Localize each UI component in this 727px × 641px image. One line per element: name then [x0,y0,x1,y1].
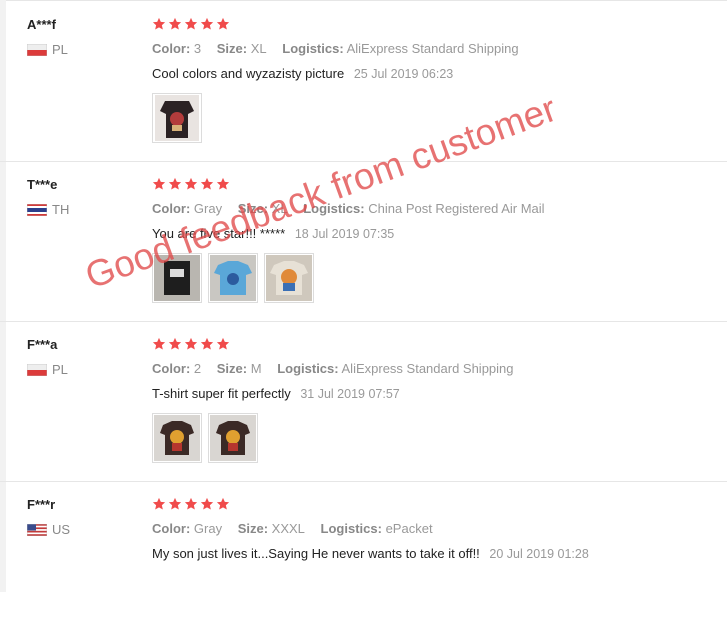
size-value: XL [250,41,267,56]
star-icon [184,337,198,350]
star-icon [152,497,166,510]
star-icon [168,17,182,30]
review-photos [152,93,208,143]
color-label: Color: [152,201,191,216]
review-item: T***e TH Color: Gray Size: XL Logistics:… [0,161,727,322]
star-icon [152,17,166,30]
country-code: PL [52,42,68,57]
review-item: A***f PL Color: 3 Size: XL Logistics: Al… [0,1,727,162]
tshirt-photo-icon [266,255,312,301]
thailand-flag-icon [27,203,47,216]
size-label: Size: [237,201,269,216]
comment-text: Cool colors and wyzazisty picture [152,66,345,81]
poland-flag-icon [27,363,47,376]
star-icon [152,337,166,350]
review-item: F***a PL Color: 2 Size: M Logistics: Ali… [0,321,727,482]
review-comment: You are five star!!! ***** 18 Jul 2019 0… [152,226,394,241]
star-rating [152,177,232,191]
color-label: Color: [152,41,191,56]
reviewer-name: A***f [27,17,56,32]
star-rating [152,497,232,511]
color-value: Gray [193,521,223,536]
color-label: Color: [152,361,191,376]
review-date: 31 Jul 2019 07:57 [300,387,400,401]
color-value: Gray [193,201,223,216]
review-photo-thumbnail[interactable] [208,413,258,463]
order-info: Color: 3 Size: XL Logistics: AliExpress … [152,41,531,56]
star-icon [216,497,230,510]
star-icon [168,497,182,510]
star-icon [216,17,230,30]
star-icon [168,337,182,350]
review-photo-thumbnail[interactable] [208,253,258,303]
tshirt-photo-icon [210,255,256,301]
reviewer-country: PL [27,42,68,57]
reviewer-country: US [27,522,70,537]
review-photo-thumbnail[interactable] [152,93,202,143]
comment-text: T-shirt super fit perfectly [152,386,291,401]
reviewer-country: TH [27,202,69,217]
country-code: US [52,522,71,537]
review-item: F***r US Color: Gray Size: XXXL Logistic… [0,481,727,641]
star-icon [200,177,214,190]
reviewer-country: PL [27,362,68,377]
comment-text: You are five star!!! ***** [152,226,286,241]
tshirt-photo-icon [210,415,256,461]
reviewer-name: F***r [27,497,56,512]
review-comment: My son just lives it...Saying He never w… [152,546,589,561]
color-value: 2 [193,361,202,376]
size-value: XL [271,201,288,216]
star-rating [152,17,232,31]
logistics-label: Logistics: [282,41,344,56]
reviewer-name: T***e [27,177,58,192]
review-date: 18 Jul 2019 07:35 [294,227,395,241]
logistics-value: China Post Registered Air Mail [368,201,545,216]
review-comment: T-shirt super fit perfectly 31 Jul 2019 … [152,386,400,401]
size-label: Size: [216,361,248,376]
review-photo-thumbnail[interactable] [152,253,202,303]
star-icon [168,177,182,190]
usa-flag-icon [27,523,47,536]
color-value: 3 [193,41,202,56]
star-icon [184,497,198,510]
review-photos [152,413,264,463]
logistics-label: Logistics: [277,361,339,376]
country-code: PL [52,362,68,377]
comment-text: My son just lives it...Saying He never w… [152,546,480,561]
review-photo-thumbnail[interactable] [152,413,202,463]
order-info: Color: Gray Size: XL Logistics: China Po… [152,201,557,216]
star-icon [200,337,214,350]
order-info: Color: Gray Size: XXXL Logistics: ePacke… [152,521,445,536]
logistics-value: AliExpress Standard Shipping [341,361,514,376]
size-value: XXXL [271,521,305,536]
logistics-value: ePacket [385,521,433,536]
reviewer-name: F***a [27,337,58,352]
star-icon [184,177,198,190]
star-icon [152,177,166,190]
review-photo-thumbnail[interactable] [264,253,314,303]
logistics-label: Logistics: [303,201,365,216]
color-label: Color: [152,521,191,536]
review-date: 25 Jul 2019 06:23 [353,67,454,81]
star-icon [184,17,198,30]
size-label: Size: [237,521,269,536]
size-value: M [250,361,262,376]
package-photo-icon [154,255,200,301]
country-code: TH [52,202,70,217]
review-comment: Cool colors and wyzazisty picture 25 Jul… [152,66,453,81]
star-icon [216,337,230,350]
order-info: Color: 2 Size: M Logistics: AliExpress S… [152,361,526,376]
star-icon [200,497,214,510]
tshirt-photo-icon [154,415,200,461]
logistics-value: AliExpress Standard Shipping [346,41,519,56]
poland-flag-icon [27,43,47,56]
star-icon [200,17,214,30]
review-date: 20 Jul 2019 01:28 [489,547,589,561]
star-rating [152,337,232,351]
tshirt-photo-icon [155,95,199,141]
star-icon [216,177,230,190]
logistics-label: Logistics: [320,521,382,536]
review-photos [152,253,320,303]
size-label: Size: [216,41,248,56]
